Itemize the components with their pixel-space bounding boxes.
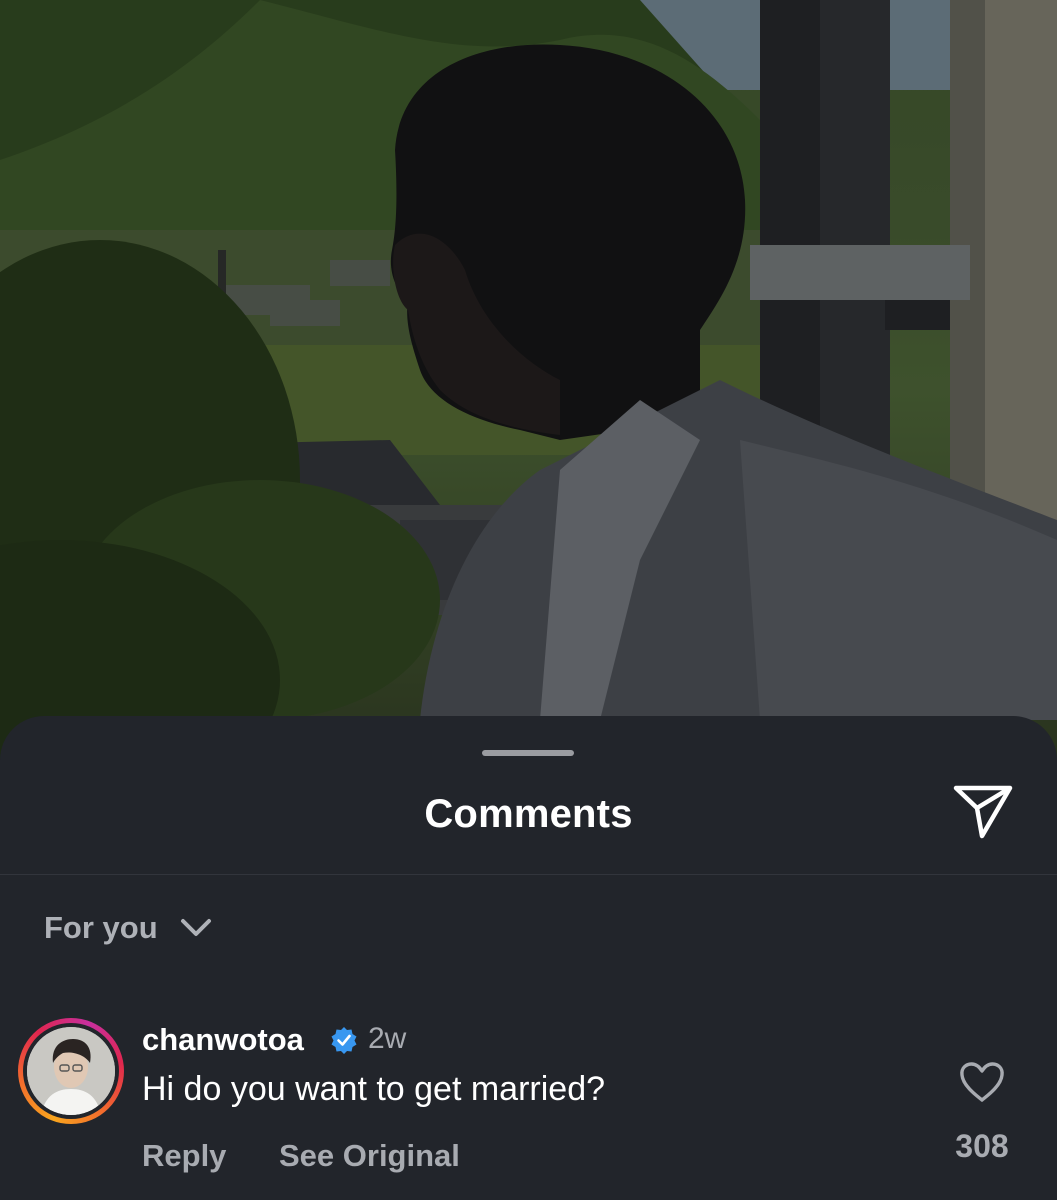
comment-filter-dropdown[interactable]: For you — [44, 908, 212, 948]
filter-label: For you — [44, 910, 158, 945]
comment-timestamp: 2w — [368, 1022, 407, 1055]
share-button[interactable] — [950, 780, 1016, 842]
verified-badge-icon — [331, 1027, 357, 1054]
heart-outline-icon — [960, 1062, 1004, 1102]
avatar-gap — [23, 1023, 119, 1119]
see-original-button[interactable]: See Original — [279, 1138, 460, 1174]
comment-username[interactable]: chanwotoa — [142, 1022, 304, 1058]
avatar-portrait — [27, 1027, 115, 1115]
sheet-grabber[interactable] — [482, 750, 574, 756]
reply-button[interactable]: Reply — [142, 1138, 226, 1174]
like-button[interactable] — [956, 1058, 1008, 1106]
sheet-title: Comments — [424, 792, 633, 836]
header-divider — [0, 874, 1057, 875]
chevron-down-icon — [180, 919, 211, 936]
photo-scene — [0, 0, 1057, 780]
comments-sheet: Comments — [0, 716, 1057, 1200]
avatar-image — [27, 1027, 115, 1115]
avatar[interactable] — [18, 1018, 124, 1124]
paper-plane-icon — [953, 785, 1013, 839]
post-photo — [0, 0, 1057, 780]
like-count: 308 — [955, 1128, 1009, 1164]
comment-text: Hi do you want to get married? — [142, 1070, 606, 1108]
